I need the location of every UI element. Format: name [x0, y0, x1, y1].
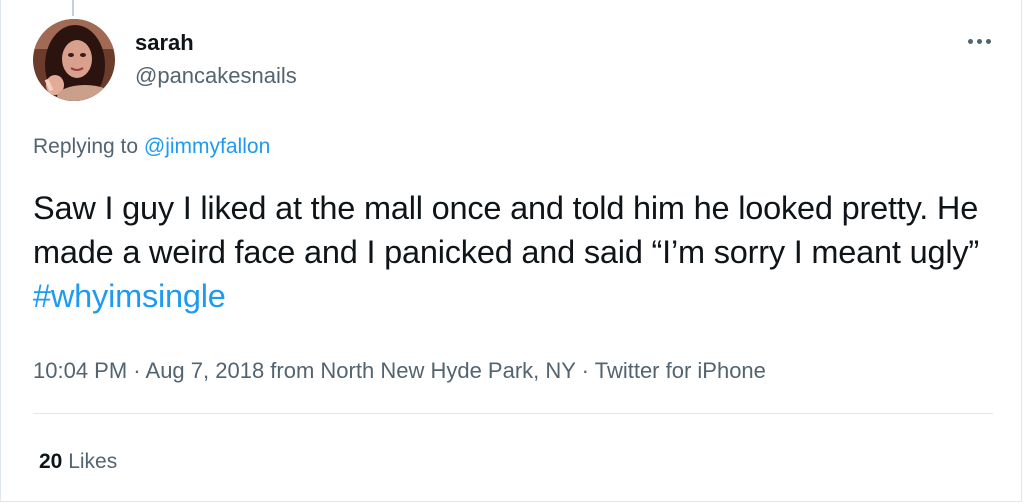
tweet-time[interactable]: 10:04 PM [33, 358, 127, 383]
avatar[interactable] [33, 19, 115, 101]
tweet-source[interactable]: Twitter for iPhone [595, 358, 766, 383]
tweet-body: Saw I guy I liked at the mall once and t… [33, 190, 980, 270]
likes-link[interactable]: 20 Likes [39, 449, 117, 475]
divider [33, 413, 993, 414]
hashtag-link[interactable]: #whyimsingle [33, 278, 226, 314]
meta-separator: · [575, 358, 595, 383]
meta-separator: · [127, 358, 146, 383]
ellipsis-icon [967, 38, 973, 44]
replying-to: Replying to @jimmyfallon [33, 134, 270, 160]
tweet-date[interactable]: Aug 7, 2018 [146, 358, 265, 383]
location-prefix: from [264, 358, 321, 383]
author-handle[interactable]: @pancakesnails [135, 63, 297, 89]
ellipsis-icon [985, 38, 991, 44]
reply-mention-link[interactable]: @jimmyfallon [144, 135, 270, 158]
author-display-name[interactable]: sarah [135, 30, 194, 56]
likes-label: Likes [68, 450, 118, 473]
ellipsis-icon [976, 38, 982, 44]
more-options-button[interactable] [959, 28, 999, 54]
likes-count: 20 [39, 450, 63, 473]
tweet-card: sarah @pancakesnails Replying to @jimmyf… [0, 0, 1022, 502]
tweet-meta: 10:04 PM · Aug 7, 2018 from North New Hy… [33, 357, 766, 385]
replying-prefix: Replying to [33, 135, 139, 158]
thread-line [72, 0, 74, 16]
tweet-location[interactable]: North New Hyde Park, NY [320, 358, 575, 383]
profile-photo [33, 19, 115, 101]
tweet-text: Saw I guy I liked at the mall once and t… [33, 186, 1003, 318]
